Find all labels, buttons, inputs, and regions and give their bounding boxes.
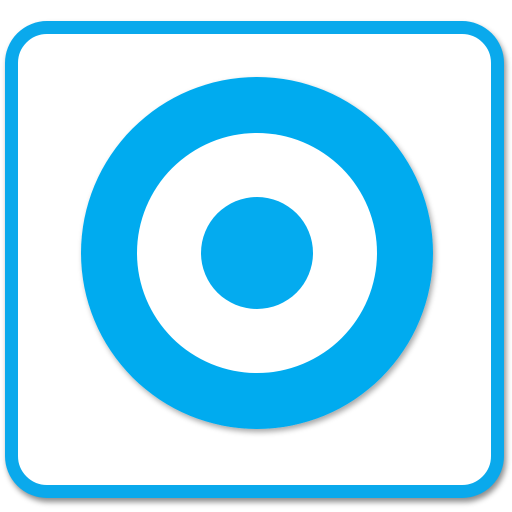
app-icon-canvas xyxy=(0,0,512,512)
target-icon[interactable] xyxy=(0,0,512,512)
target-center-dot xyxy=(201,197,313,309)
